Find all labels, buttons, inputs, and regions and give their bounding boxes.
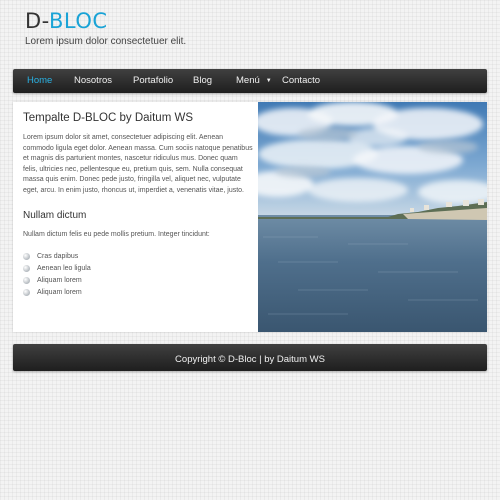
content-panel: Tempalte D-BLOC by Daitum WS Lorem ipsum…: [13, 102, 487, 332]
list-item-label: Cras dapibus: [37, 252, 79, 260]
article-column: Tempalte D-BLOC by Daitum WS Lorem ipsum…: [23, 112, 253, 298]
nav-item-menu-label: Menú: [236, 75, 260, 86]
list-item: Cras dapibus: [23, 250, 253, 262]
list-item-label: Aliquam lorem: [37, 276, 82, 284]
site-header: D-BLOC Lorem ipsum dolor consectetuer el…: [25, 8, 186, 47]
list-item-label: Aenean leo ligula: [37, 264, 91, 272]
list-item: Aenean leo ligula: [23, 262, 253, 274]
bullet-icon: [23, 264, 30, 272]
seascape-photo: [258, 102, 487, 332]
post-body: Lorem ipsum dolor sit amet, consectetuer…: [23, 134, 253, 194]
main-nav: Home Nosotros Portafolio Blog Menú ▼ Cont…: [13, 69, 487, 93]
site-footer: Copyright © D-Bloc | by Daitum WS: [13, 344, 487, 371]
list-item: Aliquam lorem: [23, 274, 253, 286]
bullet-icon: [23, 252, 30, 260]
nav-item-blog[interactable]: Blog: [193, 75, 212, 86]
section-title: Nullam dictum: [23, 210, 87, 221]
nav-item-nosotros[interactable]: Nosotros: [74, 75, 112, 86]
site-logo[interactable]: D-BLOC: [25, 8, 186, 34]
nav-item-home[interactable]: Home: [27, 75, 52, 86]
nav-item-portafolio[interactable]: Portafolio: [133, 75, 173, 86]
seascape-image: [258, 102, 487, 332]
site-tagline: Lorem ipsum dolor consectetuer elit.: [25, 36, 187, 47]
logo-accent: BLOC: [49, 9, 108, 33]
bullet-icon: [23, 288, 30, 296]
nav-item-menu[interactable]: Menú ▼: [236, 75, 272, 86]
bullet-list: Cras dapibus Aenean leo ligula Aliquam l…: [23, 250, 253, 298]
post-title: Tempalte D-BLOC by Daitum WS: [23, 112, 193, 124]
copyright-text: Copyright © D-Bloc | by Daitum WS: [175, 354, 325, 365]
list-item-label: Aliquam lorem: [37, 288, 82, 296]
section-body: Nullam dictum felis eu pede mollis preti…: [23, 231, 210, 238]
dropdown-arrow-icon: ▼: [265, 78, 272, 84]
nav-item-contacto[interactable]: Contacto: [282, 75, 320, 86]
list-item: Aliquam lorem: [23, 286, 253, 298]
bullet-icon: [23, 276, 30, 284]
logo-prefix: D-: [25, 9, 49, 33]
